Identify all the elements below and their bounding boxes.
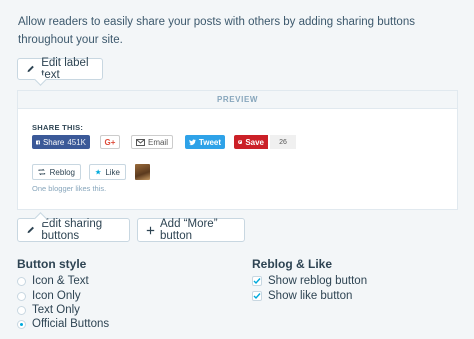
radio-icon[interactable] [17,276,26,286]
twitter-share-label: Tweet [198,137,221,147]
radio-icon[interactable] [17,291,26,301]
radio-icon[interactable] [17,305,26,315]
button-style-title: Button style [17,257,87,271]
facebook-share-count: 451K [67,137,86,147]
edit-sharing-buttons-button[interactable]: Edit sharing buttons [17,218,130,242]
edit-sharing-buttons-label: Edit sharing buttons [41,218,103,242]
google-plus-button[interactable]: G+ [100,135,120,149]
style-option-official-buttons[interactable]: Official Buttons [17,318,109,330]
show-like-label: Show like button [268,290,353,302]
twitter-bird-icon [189,138,196,145]
like-label: Like [105,167,120,177]
facebook-share-label: Share [42,137,65,147]
add-more-button[interactable]: Add “More” button [137,218,245,242]
blogger-avatar[interactable] [135,164,150,180]
style-option-label: Icon & Text [32,275,89,287]
style-option-label: Text Only [32,304,80,316]
pencil-icon [27,226,34,234]
edit-label-text-label: Edit label text [41,57,89,81]
email-share-label: Email [147,137,168,147]
style-option-text-only[interactable]: Text Only [17,304,80,316]
reblog-label: Reblog [49,167,75,177]
sharing-description: Allow readers to easily share your posts… [18,16,415,46]
envelope-icon [136,138,145,146]
plus-icon [146,226,155,234]
bloggers-like-text: One blogger likes this. [32,184,107,193]
pencil-icon [27,65,34,73]
add-more-label: Add “More” button [160,218,218,242]
preview-header: PREVIEW [18,91,457,109]
facebook-share-button[interactable]: Share 451K [32,135,90,149]
like-button[interactable]: Like [89,164,126,180]
checkmark-icon [253,293,261,300]
checkbox-checked-icon[interactable] [252,291,262,301]
pinterest-count: 26 [270,135,296,149]
show-like-option[interactable]: Show like button [252,290,352,302]
email-share-button[interactable]: Email [131,135,173,149]
style-option-label: Official Buttons [32,318,110,330]
share-this-label: SHARE THIS: [32,123,84,132]
sharing-preview: PREVIEW SHARE THIS: Share 451K G+ Email … [17,90,458,210]
reblog-like-title: Reblog & Like [252,257,333,271]
pinterest-save-label: Save [245,137,264,147]
reblog-button[interactable]: Reblog [32,164,81,180]
twitter-share-button[interactable]: Tweet [185,135,225,149]
show-reblog-label: Show reblog button [268,275,368,287]
pinterest-save-button[interactable]: P Save [234,135,268,149]
star-icon [95,169,101,175]
style-option-icon-text[interactable]: Icon & Text [17,275,89,287]
reblog-icon [38,168,46,176]
style-option-label: Icon Only [32,290,81,302]
edit-label-text-button[interactable]: Edit label text [17,57,103,81]
checkbox-checked-icon[interactable] [252,276,262,286]
checkmark-icon [253,278,261,285]
radio-selected-icon[interactable] [17,319,26,329]
facebook-icon [36,140,40,144]
pinterest-icon: P [238,139,243,144]
show-reblog-option[interactable]: Show reblog button [252,275,367,287]
style-option-icon-only[interactable]: Icon Only [17,290,81,302]
